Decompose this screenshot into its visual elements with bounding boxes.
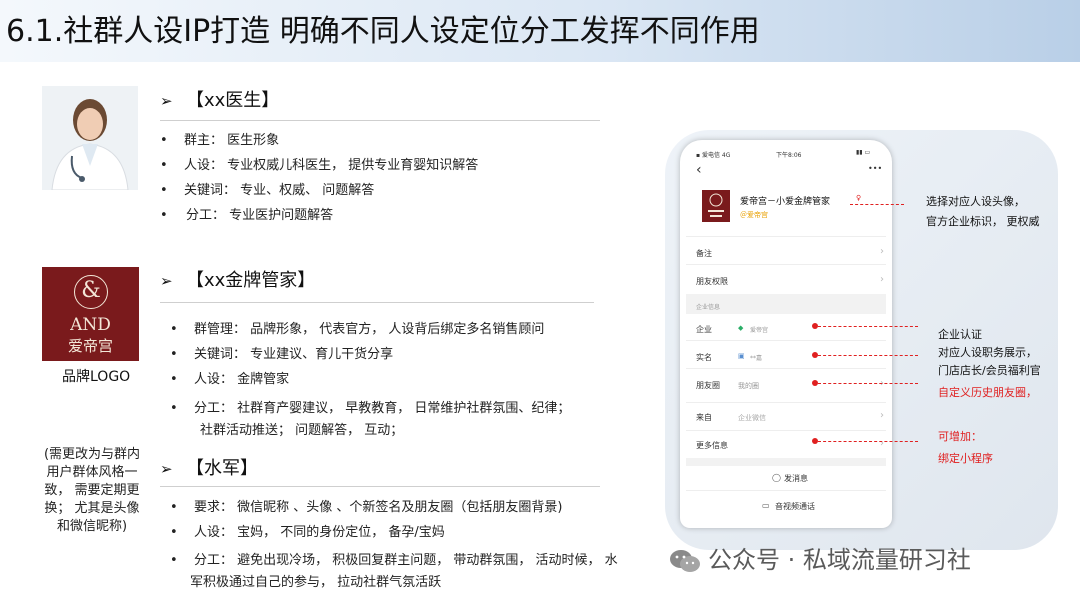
side-note: (需更改为与群内用户群体风格一致， 需要定期更换； 尤其是头像和微信昵称)	[43, 447, 141, 534]
annotation-enterprise-1: 企业认证	[938, 328, 982, 341]
callout-line-more	[818, 441, 918, 442]
row-friend-permission[interactable]: 朋友权限	[696, 276, 728, 287]
doctor-illustration	[42, 86, 138, 190]
doctor-heading: ➢ 【xx医生】	[160, 86, 279, 112]
list-item: • 人设： 专业权威儿科医生， 提供专业育婴知识解答	[160, 158, 479, 173]
send-message-button[interactable]: 发消息	[784, 473, 808, 484]
more-info[interactable]: 更多信息	[696, 440, 728, 451]
profile-avatar	[702, 190, 730, 222]
info-label-moments[interactable]: 朋友圈	[696, 380, 720, 391]
list-item: • 分工： 社群育产婴建议， 早教教育， 日常维护社群氛围、纪律；	[170, 401, 571, 416]
more-options-icon[interactable]: •••	[868, 164, 882, 173]
title-bar: 6.1.社群人设IP打造 明确不同人设定位分工发挥不同作用	[0, 0, 1080, 62]
watermark: 公众号 · 私域流量研习社	[668, 540, 971, 575]
chevron-right-icon: ›	[880, 246, 884, 257]
callout-line-realname	[818, 355, 918, 356]
arrow-bullet-icon: ➢	[160, 92, 173, 110]
profile-badge: ＠爱帝宫	[740, 211, 768, 219]
annotation-moments: 自定义历史朋友圈，	[938, 386, 1037, 399]
list-item: • 要求： 微信昵称 、头像 、个新签名及朋友圈（包括朋友圈背景)	[170, 500, 563, 515]
arrow-bullet-icon: ➢	[160, 460, 173, 478]
divider	[160, 302, 594, 303]
list-item-continuation: 社群活动推送； 问题解答， 互动；	[200, 423, 404, 438]
id-card-icon: ▣	[738, 352, 745, 360]
list-item: • 人设： 金牌管家	[170, 372, 290, 387]
chevron-right-icon: ›	[880, 438, 884, 449]
chat-bubble-icon: ◯	[772, 473, 781, 482]
info-value-moments: 我的圈	[738, 382, 759, 390]
divider	[160, 120, 600, 121]
watermark-text: 公众号 · 私域流量研习社	[708, 546, 971, 574]
annotation-avatar-2: 官方企业标识， 更权威	[926, 215, 1040, 228]
butler-heading: ➢ 【xx金牌管家】	[160, 266, 315, 292]
source-label: 来自	[696, 413, 712, 422]
list-item: • 关键词： 专业、权威、 问题解答	[160, 183, 375, 198]
logo-name-cn: 爱帝宫	[67, 337, 113, 355]
logo-mini-icon	[708, 193, 724, 217]
video-call-button[interactable]: 音视频通话	[775, 501, 815, 512]
list-item-continuation: 军积极通过自己的参与， 拉动社群气氛活跃	[190, 575, 442, 590]
chevron-right-icon: ›	[880, 274, 884, 285]
section-header: 企业信息	[696, 304, 721, 311]
list-item: • 关键词： 专业建议、育儿干货分享	[170, 347, 394, 362]
verified-shield-icon: ◆	[738, 324, 744, 332]
doctor-heading-text: 【xx医生】	[186, 90, 280, 111]
gender-icon: ♀	[856, 194, 862, 202]
logo-name-en: AND	[70, 315, 111, 335]
list-item: • 群管理： 品牌形象， 代表官方， 人设背后绑定多名销售顾问	[170, 322, 545, 337]
callout-line-avatar	[850, 204, 904, 205]
doctor-avatar	[42, 86, 138, 190]
list-item: • 群主： 医生形象	[160, 133, 280, 148]
phone-screen: ▪ 爱电信 4G 下午8:06 ▮▮ ▭ ‹ ••• 爱帝宫－小爱金牌管家 ♀ …	[680, 140, 892, 528]
divider	[160, 486, 600, 487]
status-time: 下午8:06	[776, 152, 802, 159]
list-item: • 分工： 避免出现冷场， 积极回复群主问题， 带动群氛围， 活动时候， 水	[170, 553, 618, 568]
brand-logo: & AND 爱帝宫	[42, 267, 139, 361]
profile-name: 爱帝宫－小爱金牌管家	[740, 197, 831, 207]
logo-mark: &	[74, 275, 108, 309]
video-call-icon: ▭	[762, 501, 770, 510]
annotation-enterprise-2: 对应人设职务展示，	[938, 346, 1037, 359]
annotation-enterprise-3: 门店店长/会员福利官	[938, 364, 1041, 377]
info-label-realname: 实名	[696, 353, 712, 362]
arrow-bullet-icon: ➢	[160, 272, 173, 290]
page-title: 6.1.社群人设IP打造 明确不同人设定位分工发挥不同作用	[6, 14, 760, 49]
info-value-realname: **嘉	[750, 355, 763, 362]
chevron-right-icon: ›	[880, 410, 884, 421]
wechat-icon	[670, 550, 700, 572]
list-item: • 人设： 宝妈， 不同的身份定位， 备孕/宝妈	[170, 525, 445, 540]
info-value-enterprise: 爱帝宫	[750, 327, 769, 334]
annotation-avatar-1: 选择对应人设头像，	[926, 195, 1025, 208]
source-value: 企业微信	[738, 414, 766, 422]
status-battery-icon: ▮▮ ▭	[856, 149, 871, 156]
butler-heading-text: 【xx金牌管家】	[186, 270, 316, 291]
army-heading-text: 【水军】	[186, 458, 258, 479]
info-label-enterprise: 企业	[696, 325, 712, 334]
annotation-more-2: 绑定小程序	[938, 452, 993, 465]
row-remark[interactable]: 备注	[696, 248, 712, 259]
back-icon[interactable]: ‹	[696, 162, 702, 178]
status-carrier: ▪ 爱电信 4G	[696, 152, 731, 159]
army-heading: ➢ 【水军】	[160, 454, 258, 480]
list-item: • 分工： 专业医护问题解答	[160, 208, 334, 223]
callout-line-moments	[818, 383, 918, 384]
annotation-more-1: 可增加：	[938, 430, 982, 443]
callout-line-enterprise	[818, 326, 918, 327]
logo-caption: 品牌LOGO	[62, 369, 131, 385]
